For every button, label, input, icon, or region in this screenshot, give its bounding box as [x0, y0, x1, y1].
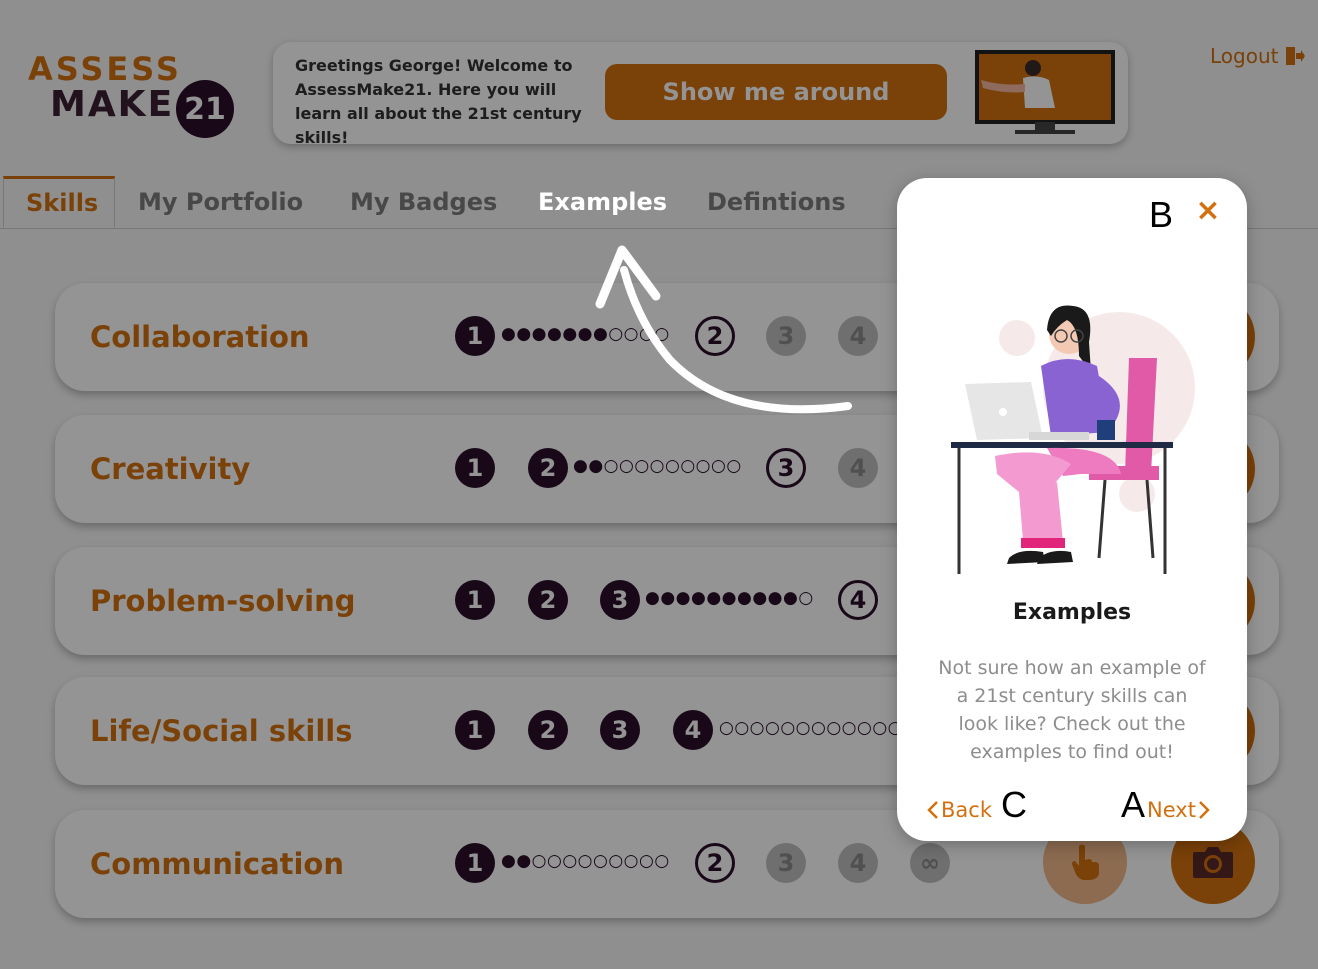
tour-modal: B × Examples Not sure how an example of … — [897, 178, 1247, 841]
back-label: Back — [941, 798, 992, 822]
next-button[interactable]: Next — [1147, 798, 1210, 822]
marker-b: B — [1149, 194, 1174, 235]
chevron-left-icon — [927, 801, 938, 819]
modal-description: Not sure how an example of a 21st centur… — [938, 657, 1206, 763]
chevron-right-icon — [1199, 801, 1210, 819]
modal-title: Examples — [1012, 600, 1132, 625]
tab-examples[interactable]: Examples — [538, 176, 667, 228]
page: ASSESS MAKE 21 Greetings George! Welcome… — [0, 0, 1318, 969]
woman-at-laptop-illustration — [951, 305, 1195, 574]
close-icon[interactable]: × — [1193, 196, 1223, 226]
marker-c: C — [1001, 784, 1027, 825]
tour-pointer-arrow-icon — [595, 245, 852, 414]
back-button[interactable]: Back — [927, 798, 992, 822]
next-label: Next — [1147, 798, 1196, 822]
marker-a: A — [1121, 784, 1146, 825]
